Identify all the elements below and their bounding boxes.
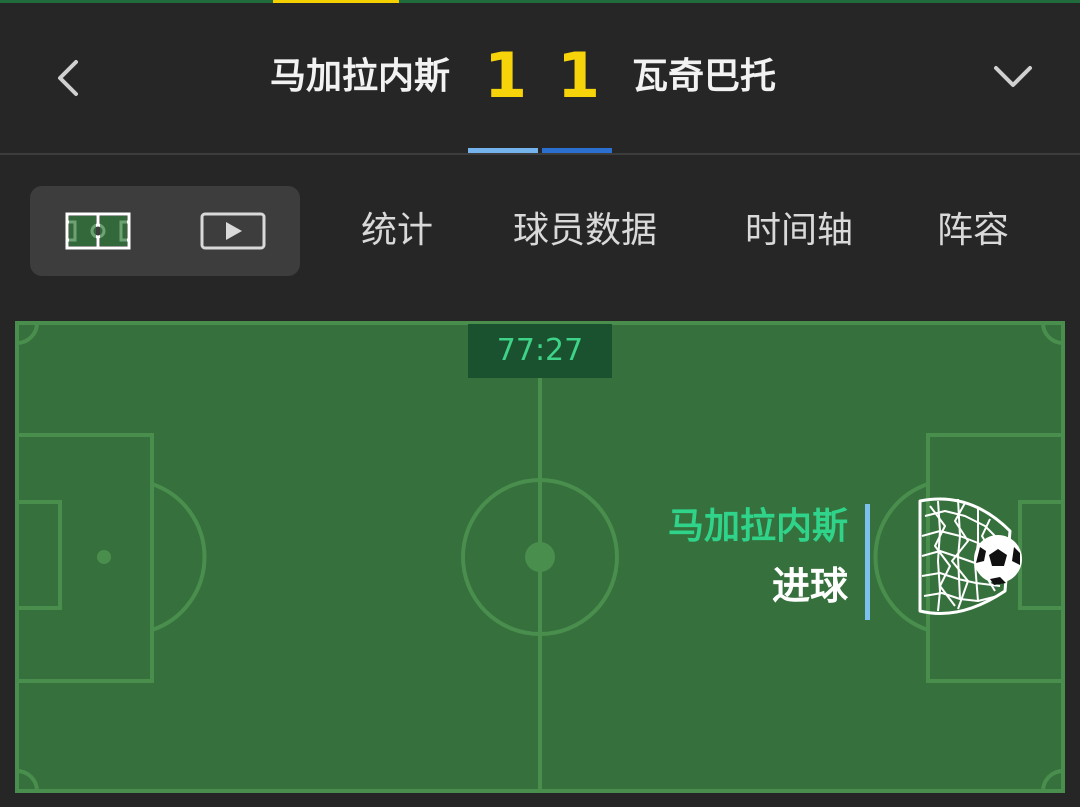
match-clock: 77:27	[468, 324, 612, 378]
pitch-view-button[interactable]	[30, 186, 165, 276]
home-team-name[interactable]: 马加拉内斯	[270, 55, 450, 99]
goal-net-ball-icon	[918, 497, 1022, 615]
event-type-label: 进球	[771, 564, 848, 608]
back-button[interactable]	[40, 48, 100, 108]
away-team-name[interactable]: 瓦奇巴托	[632, 55, 776, 99]
collapse-button[interactable]	[980, 48, 1046, 108]
tab-lineup[interactable]: 阵容	[937, 205, 1009, 257]
pitch-markings	[15, 321, 1065, 793]
match-header: 马加拉内斯 1 1 瓦奇巴托	[0, 3, 1080, 153]
tab-stats[interactable]: 统计	[361, 205, 433, 257]
away-score: 1	[557, 39, 601, 112]
view-toggle	[30, 186, 300, 276]
tab-player-data[interactable]: 球员数据	[513, 205, 657, 257]
tab-timeline[interactable]: 时间轴	[745, 205, 853, 257]
chevron-left-icon	[58, 60, 78, 96]
home-score: 1	[484, 39, 528, 112]
event-divider-bar	[865, 504, 870, 620]
pitch-icon	[65, 212, 130, 250]
event-team-name: 马加拉内斯	[667, 506, 848, 547]
video-view-button[interactable]	[165, 186, 300, 276]
live-pitch: 77:27 马加拉内斯 进球	[15, 321, 1065, 793]
play-video-icon	[200, 212, 265, 250]
header-divider	[0, 153, 1080, 155]
chevron-down-icon	[994, 66, 1032, 87]
